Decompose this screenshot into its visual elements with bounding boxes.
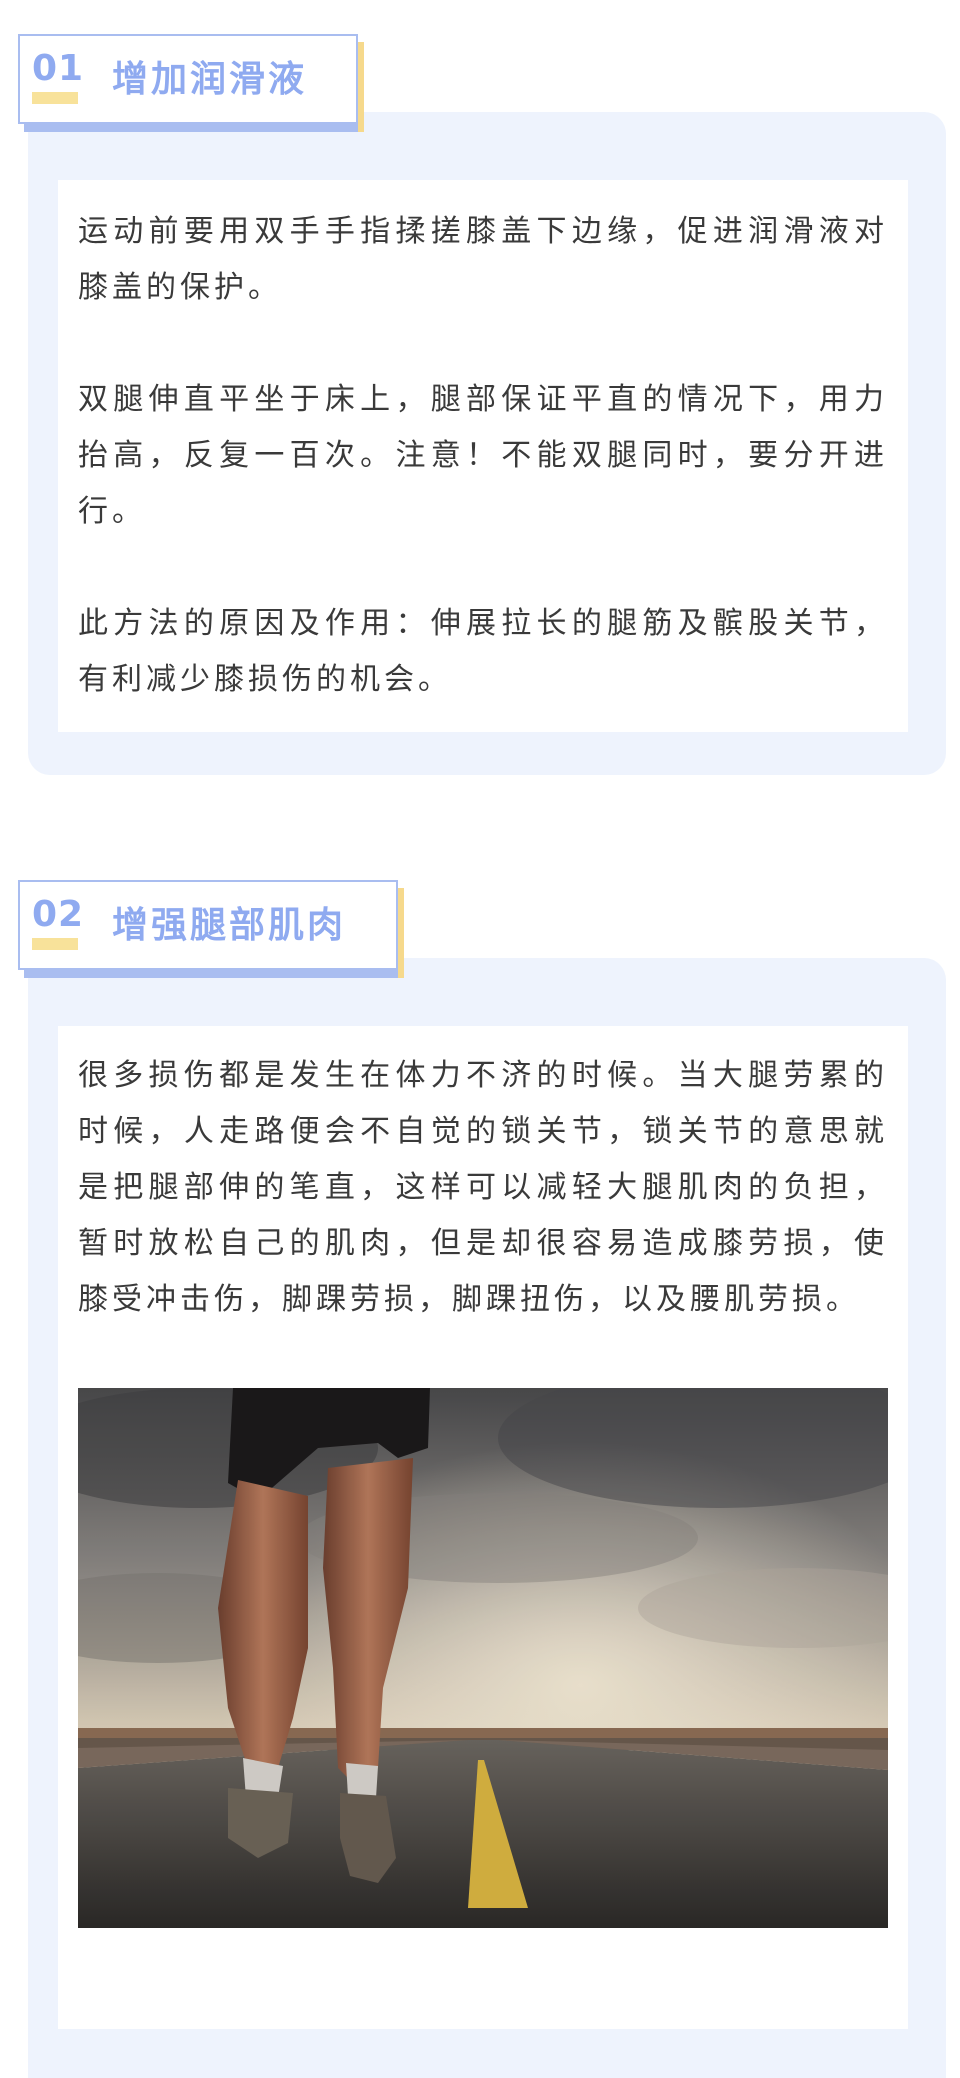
section-heading-tag: 02 增强腿部肌肉 [18,880,404,978]
section-heading-tag: 01 增加润滑液 [18,34,364,132]
section-number: 02 [32,894,85,935]
paragraph: 很多损伤都是发生在体力不济的时候。当大腿劳累的时候，人走路便会不自觉的锁关节，锁… [78,1058,888,1317]
section-content-box: 很多损伤都是发生在体力不济的时候。当大腿劳累的时候，人走路便会不自觉的锁关节，锁… [58,1026,908,2029]
runner-on-road-photo [78,1388,888,1928]
section-02: 02 增强腿部肌肉 很多损伤都是发生在体力不济的时候。当大腿劳累的时候，人走路便… [0,872,960,2078]
section-title: 增加润滑液 [112,59,308,100]
paragraph: 运动前要用双手手指揉搓膝盖下边缘，促进润滑液对膝盖的保护。 [78,214,888,305]
section-number: 01 [32,48,85,89]
section-01: 01 增加润滑液 运动前要用双手手指揉搓膝盖下边缘，促进润滑液对膝盖的保护。 双… [0,0,960,780]
section-title: 增强腿部肌肉 [112,905,347,946]
paragraph: 双腿伸直平坐于床上，腿部保证平直的情况下，用力抬高，反复一百次。注意！不能双腿同… [78,382,888,529]
section-content-box: 运动前要用双手手指揉搓膝盖下边缘，促进润滑液对膝盖的保护。 双腿伸直平坐于床上，… [58,180,908,732]
number-highlight [32,92,78,104]
paragraph: 此方法的原因及作用：伸展拉长的腿筋及髌股关节，有利减少膝损伤的机会。 [78,606,888,697]
number-highlight [32,938,78,950]
